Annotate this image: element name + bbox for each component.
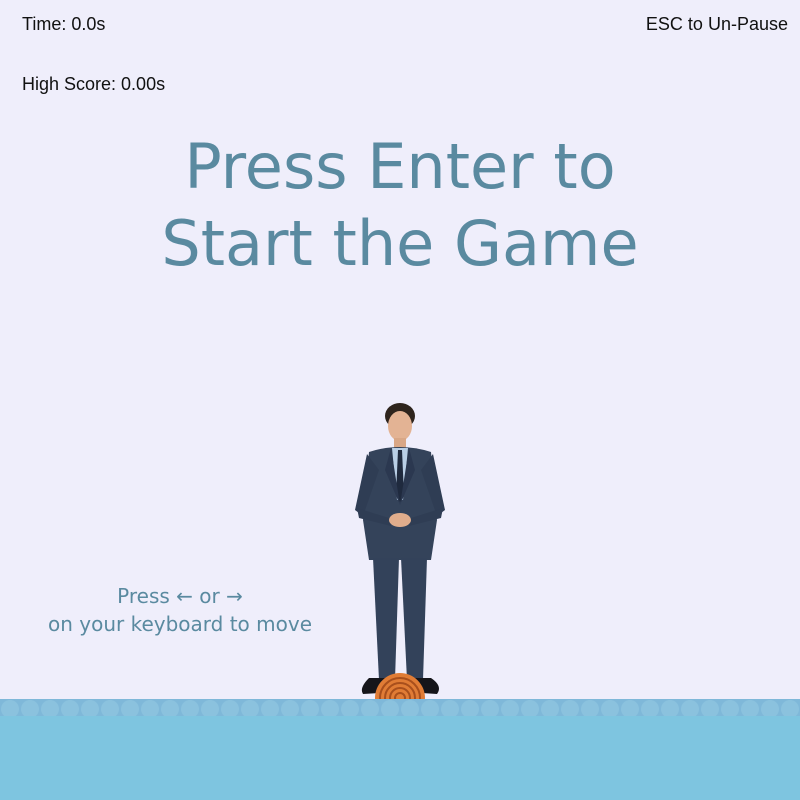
water-surface: [0, 699, 800, 716]
wave-bump: [781, 700, 799, 716]
wave-bump: [461, 700, 479, 716]
wave-bump: [201, 700, 219, 716]
wave-bump: [321, 700, 339, 716]
wave-bump: [361, 700, 379, 716]
wave-bump: [81, 700, 99, 716]
wave-bump: [681, 700, 699, 716]
wave-bump: [441, 700, 459, 716]
wave-bump: [561, 700, 579, 716]
wave-bump: [241, 700, 259, 716]
wave-bump: [61, 700, 79, 716]
wave-bump: [481, 700, 499, 716]
wave-bump: [41, 700, 59, 716]
wave-bump: [581, 700, 599, 716]
wave-bump: [661, 700, 679, 716]
player-character: [355, 403, 445, 694]
wave-bump: [421, 700, 439, 716]
instructions-line-1: Press ← or →: [117, 584, 243, 608]
wave-bump: [721, 700, 739, 716]
wave-bump: [641, 700, 659, 716]
wave-bump: [501, 700, 519, 716]
timer-text: Time: 0.0s: [22, 14, 106, 34]
wave-pattern: [1, 700, 799, 716]
wave-bump: [401, 700, 419, 716]
wave-bump: [341, 700, 359, 716]
title-line-1: Press Enter to: [184, 130, 616, 203]
wave-bump: [261, 700, 279, 716]
wave-bump: [741, 700, 759, 716]
wave-bump: [601, 700, 619, 716]
title-line-2: Start the Game: [161, 207, 639, 280]
wave-bump: [101, 700, 119, 716]
wave-bump: [541, 700, 559, 716]
wave-bump: [761, 700, 779, 716]
high-score-text: High Score: 0.00s: [22, 74, 166, 94]
movement-instructions: Press ← or → on your keyboard to move: [20, 582, 340, 638]
start-game-title: Press Enter to Start the Game: [0, 128, 800, 282]
wave-bump: [221, 700, 239, 716]
wave-bump: [621, 700, 639, 716]
wave-bump: [181, 700, 199, 716]
wave-bump: [121, 700, 139, 716]
instructions-line-2: on your keyboard to move: [47, 612, 312, 636]
esc-unpause-hint: ESC to Un-Pause: [645, 14, 788, 34]
wave-bump: [301, 700, 319, 716]
wave-bump: [1, 700, 19, 716]
wave-bump: [141, 700, 159, 716]
water: [0, 716, 800, 800]
wave-bump: [161, 700, 179, 716]
wave-bump: [521, 700, 539, 716]
wave-bump: [701, 700, 719, 716]
wave-bump: [21, 700, 39, 716]
wave-bump: [281, 700, 299, 716]
wave-bump: [381, 700, 399, 716]
